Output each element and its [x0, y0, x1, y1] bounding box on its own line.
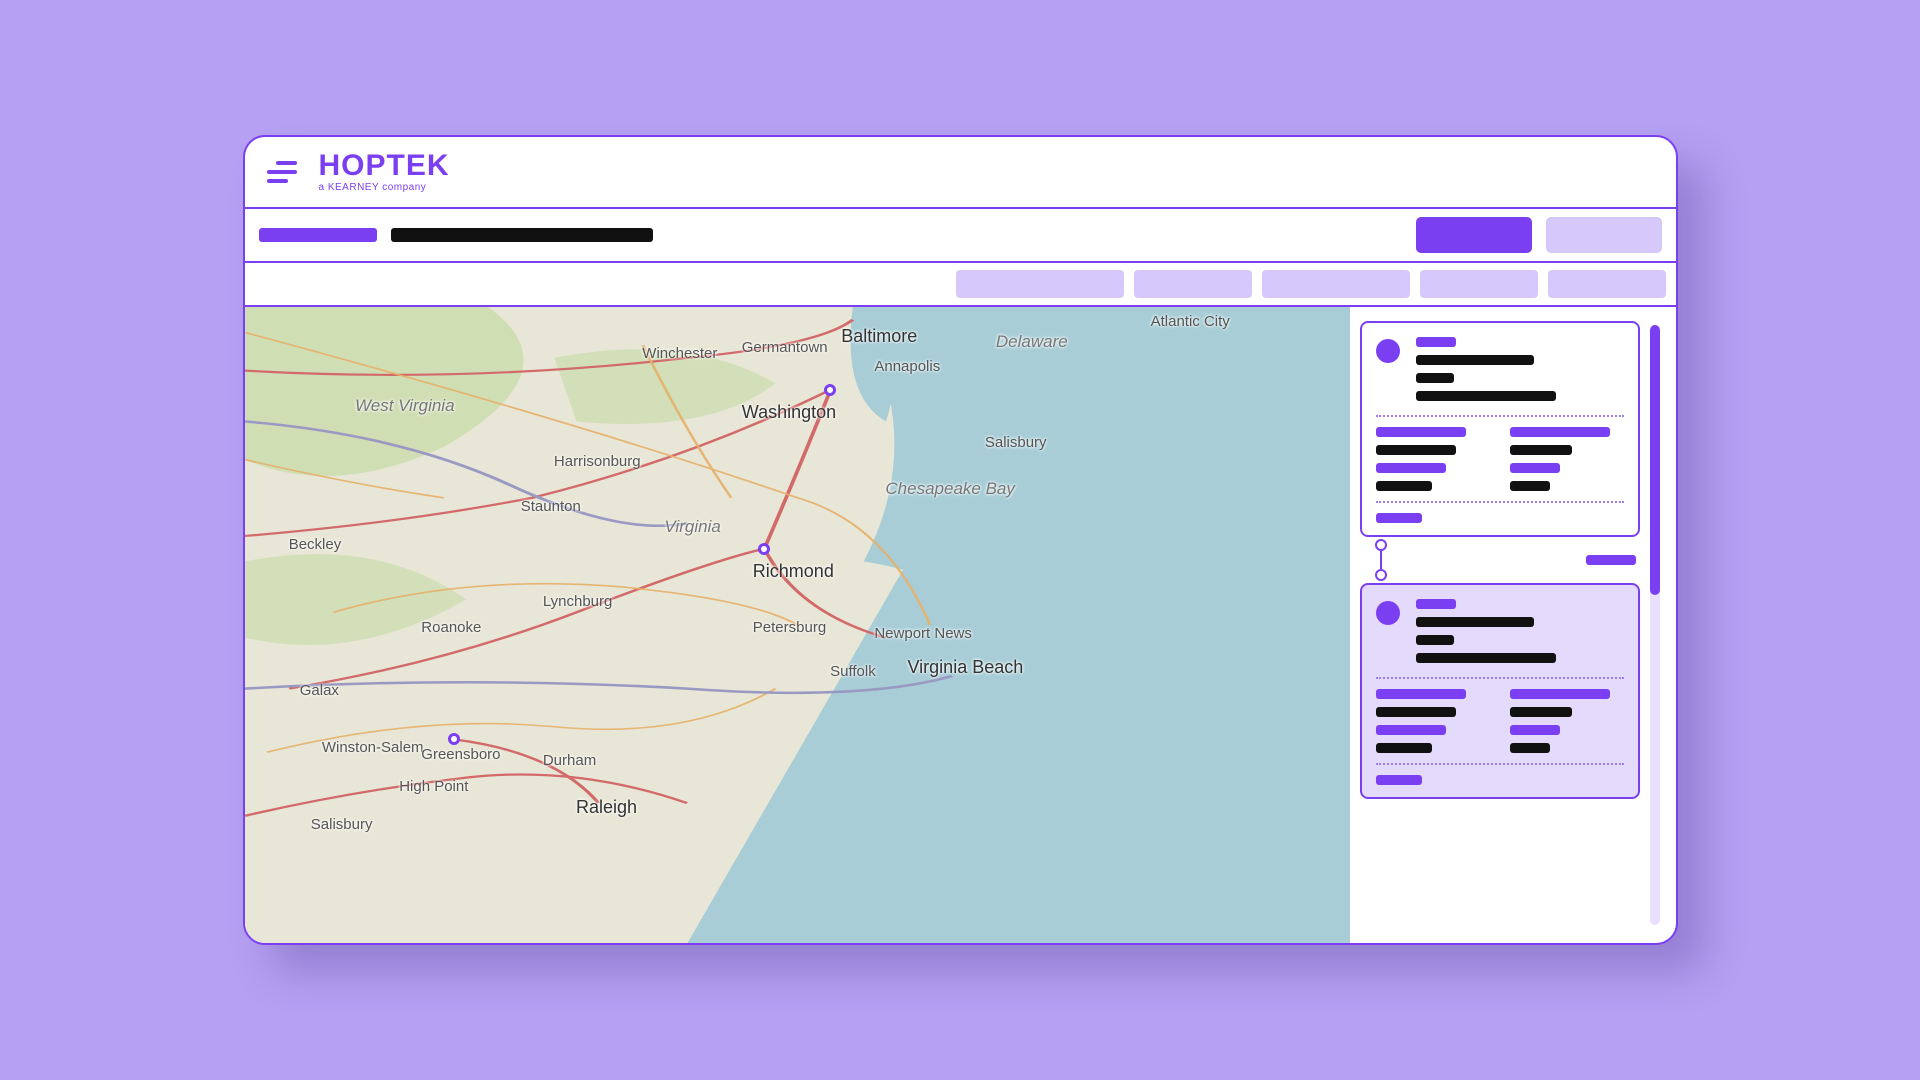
map-canvas[interactable]: Baltimore Annapolis Washington Winchester Ge… [245, 307, 1350, 943]
scrollbar-thumb[interactable] [1650, 325, 1660, 595]
map-label: Baltimore [841, 326, 917, 347]
placeholder-bar [1376, 481, 1432, 491]
app-window: HOPTEK a KEARNEY company [243, 135, 1678, 945]
placeholder-bar [1376, 463, 1446, 473]
map-label: High Point [399, 778, 468, 795]
placeholder-bar [1416, 653, 1556, 663]
placeholder-bar [1510, 743, 1550, 753]
primary-action-button[interactable] [1416, 217, 1532, 253]
placeholder-bar [1510, 689, 1610, 699]
filter-chip-3[interactable] [1420, 270, 1538, 298]
map-label: Annapolis [874, 358, 940, 375]
card-details [1376, 689, 1624, 753]
filter-chip-0[interactable] [956, 270, 1124, 298]
primary-toolbar [245, 209, 1676, 263]
connector-badge[interactable] [1586, 555, 1636, 565]
map-label: Harrisonburg [554, 453, 641, 470]
placeholder-bar [1510, 481, 1550, 491]
map-label: West Virginia [355, 396, 455, 416]
result-card-0[interactable] [1360, 321, 1640, 537]
map-label: Chesapeake Bay [885, 479, 1014, 499]
map-label: Suffolk [830, 663, 876, 680]
connector-line-icon [1376, 543, 1386, 577]
map-label: Petersburg [753, 619, 826, 636]
placeholder-bar [1376, 445, 1456, 455]
breadcrumb-bar[interactable] [259, 228, 377, 242]
filter-chip-1[interactable] [1134, 270, 1252, 298]
map-label: Winston-Salem [322, 739, 424, 756]
map-label: Beckley [289, 536, 342, 553]
header: HOPTEK a KEARNEY company [245, 137, 1676, 209]
card-details [1376, 427, 1624, 491]
map-marker-richmond[interactable] [758, 543, 770, 555]
placeholder-bar [1416, 355, 1534, 365]
map-label: Staunton [521, 498, 581, 515]
placeholder-bar [1416, 337, 1456, 347]
map-label: Virginia [664, 517, 720, 537]
placeholder-bar [1510, 725, 1560, 735]
placeholder-bar [1416, 599, 1456, 609]
secondary-action-button[interactable] [1546, 217, 1662, 253]
map-label: Roanoke [421, 619, 481, 636]
map-label: Durham [543, 752, 596, 769]
card-list [1360, 321, 1640, 929]
filter-chip-2[interactable] [1262, 270, 1410, 298]
card-header [1376, 599, 1624, 663]
status-dot-icon [1376, 601, 1400, 625]
placeholder-bar [1376, 725, 1446, 735]
status-dot-icon [1376, 339, 1400, 363]
map-label: Newport News [874, 625, 972, 642]
placeholder-bar [1376, 689, 1466, 699]
map-label: Galax [300, 682, 339, 699]
placeholder-bar [1510, 427, 1610, 437]
page-title-bar [391, 228, 653, 242]
brand-name: HOPTEK [319, 151, 450, 181]
map-label: Virginia Beach [908, 657, 1024, 678]
map-label: Germantown [742, 339, 828, 356]
map-marker-greensboro[interactable] [448, 733, 460, 745]
placeholder-bar [1510, 707, 1572, 717]
brand-logo: HOPTEK a KEARNEY company [319, 151, 450, 193]
map-label: Lynchburg [543, 593, 613, 610]
placeholder-bar [1376, 743, 1432, 753]
placeholder-bar [1510, 463, 1560, 473]
map-label: Salisbury [311, 816, 373, 833]
placeholder-bar [1416, 635, 1454, 645]
map-label: Raleigh [576, 797, 637, 818]
placeholder-bar [1376, 427, 1466, 437]
placeholder-bar [1416, 391, 1556, 401]
side-panel [1350, 307, 1676, 943]
placeholder-bar [1376, 707, 1456, 717]
map-label: Salisbury [985, 434, 1047, 451]
map-label: Greensboro [421, 746, 500, 763]
brand-tagline: a KEARNEY company [319, 183, 450, 193]
placeholder-bar [1510, 445, 1572, 455]
scrollbar[interactable] [1650, 325, 1660, 925]
map-label: Richmond [753, 561, 834, 582]
map-label: Winchester [642, 345, 717, 362]
card-footer-link[interactable] [1376, 513, 1422, 523]
card-connector [1360, 537, 1640, 583]
map-label: Delaware [996, 332, 1068, 352]
content-body: Baltimore Annapolis Washington Winchester Ge… [245, 307, 1676, 943]
result-card-1[interactable] [1360, 583, 1640, 799]
map-label: Washington [742, 402, 836, 423]
menu-icon[interactable] [267, 157, 297, 187]
map-label: Atlantic City [1151, 313, 1230, 330]
filter-chip-4[interactable] [1548, 270, 1666, 298]
placeholder-bar [1416, 373, 1454, 383]
map-marker-washington[interactable] [824, 384, 836, 396]
card-footer-link[interactable] [1376, 775, 1422, 785]
card-header [1376, 337, 1624, 401]
filter-toolbar [245, 263, 1676, 307]
placeholder-bar [1416, 617, 1534, 627]
